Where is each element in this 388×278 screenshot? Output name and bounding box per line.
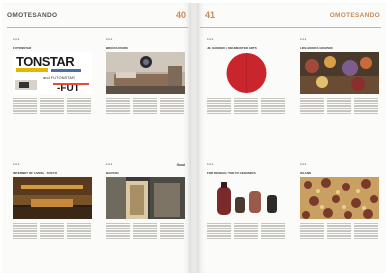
article-photo <box>300 177 379 219</box>
right-page: 41 OMOTESANDO ■ ■ ■ JIL SANDER × NEUMEIS… <box>197 3 386 273</box>
article-text <box>261 98 285 115</box>
living-room-photo <box>106 52 185 94</box>
shop-interior-photo <box>106 177 185 219</box>
article-tag: ■ ■ ■ <box>106 163 113 166</box>
article-card: ■ ■ ■ FUTONSTAR TONSTAR and FUTONSTAR -F… <box>13 38 92 144</box>
article-title: FUTONSTAR <box>13 46 32 50</box>
article-text <box>133 223 157 240</box>
article-text <box>354 223 378 240</box>
left-header-rule <box>7 27 188 28</box>
crowd-photo <box>300 52 379 94</box>
article-photo <box>106 177 185 219</box>
article-card: ■ ■ ■ LIFE-BOOKS GRAPHIC <box>300 38 379 144</box>
article-card: ■ ■ ■ ISLAND <box>300 163 379 269</box>
article-text <box>207 98 231 115</box>
article-title: JIL SANDER × NEUMEISTER ARTS <box>207 46 257 50</box>
article-tag: ■ ■ ■ <box>300 163 307 166</box>
article-text <box>106 98 130 115</box>
article-card: ■ ■ ■ Good BANYAN <box>106 163 185 269</box>
article-text <box>160 223 184 240</box>
article-text <box>13 98 37 115</box>
article-card: ■ ■ ■ INTERNET OF LIVING · TOKYO <box>13 163 92 269</box>
right-header-rule <box>200 27 381 28</box>
article-tag: ■ ■ ■ <box>207 38 214 41</box>
article-photo <box>106 52 185 94</box>
article-text <box>67 223 91 240</box>
article-text <box>261 223 285 240</box>
red-disc-artwork <box>226 53 267 93</box>
article-text <box>207 223 231 240</box>
futonstar-poster: TONSTAR and FUTONSTAR -FUT <box>13 52 92 94</box>
svg-text:TONSTAR: TONSTAR <box>16 54 75 69</box>
right-page-number: 41 <box>205 10 216 20</box>
article-text <box>67 98 91 115</box>
article-text <box>160 98 184 115</box>
article-title: LIFE-BOOKS GRAPHIC <box>300 46 334 50</box>
ceramics-photo <box>217 182 277 215</box>
article-text <box>234 98 258 115</box>
article-title: ISLAND <box>300 171 312 175</box>
article-tag: ■ ■ ■ <box>13 38 20 41</box>
article-text <box>106 223 130 240</box>
article-tag: ■ ■ ■ <box>207 163 214 166</box>
article-text <box>40 98 64 115</box>
article-text <box>300 223 324 240</box>
article-tag: ■ ■ ■ <box>300 38 307 41</box>
interior-photo <box>13 177 92 219</box>
article-text <box>300 98 324 115</box>
article-photo <box>207 177 286 219</box>
left-page: OMOTESANDO 40 ■ ■ ■ FUTONSTAR TONSTAR an… <box>2 3 191 273</box>
article-title: BANYAN <box>106 171 119 175</box>
article-photo <box>207 52 286 94</box>
article-text <box>40 223 64 240</box>
article-card: ■ ■ ■ FOR DESIGN / TOKYO CERAMICS <box>207 163 286 269</box>
article-photo <box>13 177 92 219</box>
article-photo <box>300 52 379 94</box>
rug-pattern-photo <box>300 177 379 219</box>
article-tag: ■ ■ ■ <box>13 163 20 166</box>
article-text <box>133 98 157 115</box>
article-text <box>354 98 378 115</box>
article-tag: ■ ■ ■ <box>106 38 113 41</box>
right-page-header: OMOTESANDO <box>329 12 380 19</box>
article-photo: TONSTAR and FUTONSTAR -FUT <box>13 52 92 94</box>
article-text <box>327 223 351 240</box>
brand-logo: Good <box>176 163 185 167</box>
article-text <box>327 98 351 115</box>
svg-text:and FUTONSTAR: and FUTONSTAR <box>43 75 75 80</box>
left-page-number: 40 <box>176 10 187 20</box>
left-page-header: OMOTESANDO <box>7 12 58 19</box>
article-title: BRICKS ROOM <box>106 46 128 50</box>
article-card: ■ ■ ■ BRICKS ROOM <box>106 38 185 144</box>
article-title: FOR DESIGN / TOKYO CERAMICS <box>207 171 256 175</box>
article-title: INTERNET OF LIVING · TOKYO <box>13 171 58 175</box>
article-card: ■ ■ ■ JIL SANDER × NEUMEISTER ARTS <box>207 38 286 144</box>
article-text <box>13 223 37 240</box>
article-text <box>234 223 258 240</box>
